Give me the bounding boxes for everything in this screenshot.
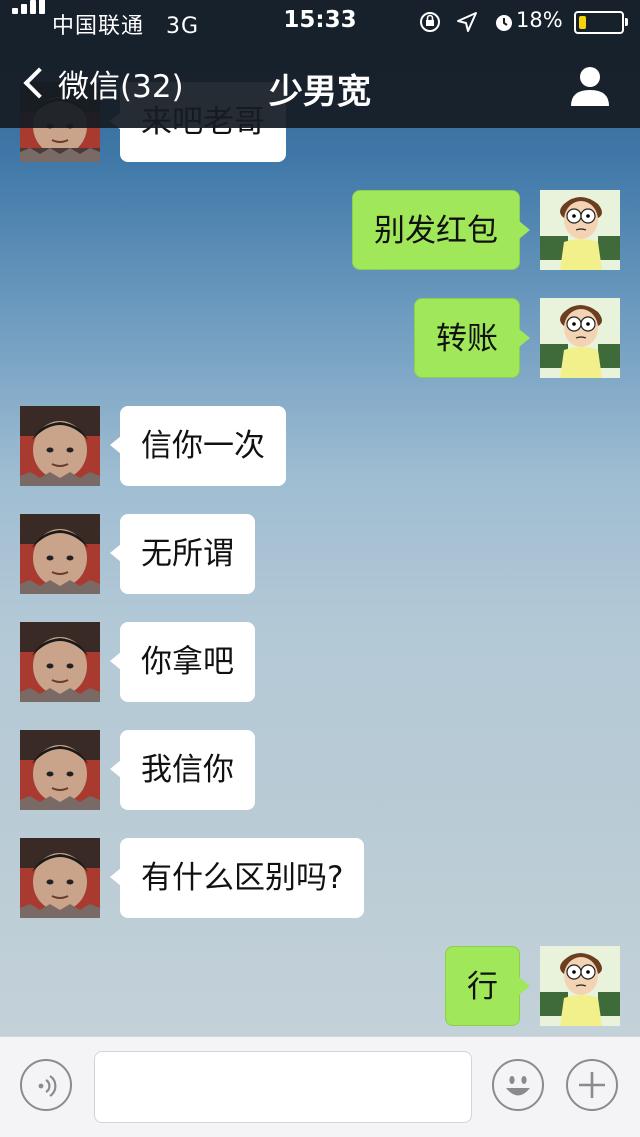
message-bubble[interactable]: 别发红包 [352, 190, 530, 270]
message-input[interactable] [94, 1051, 472, 1123]
contact-avatar[interactable] [20, 514, 100, 594]
message-row: 你拿吧 [0, 620, 640, 702]
message-bubble[interactable]: 你拿吧 [110, 622, 255, 702]
contact-avatar[interactable] [20, 730, 100, 810]
person-icon [571, 67, 609, 106]
battery-percent: 18% [516, 8, 563, 32]
contact-avatar[interactable] [20, 622, 100, 702]
input-bar [0, 1036, 640, 1137]
emoji-icon [506, 1076, 530, 1096]
voice-button[interactable] [20, 1059, 72, 1111]
message-bubble[interactable]: 无所谓 [110, 514, 255, 594]
emoji-button[interactable] [492, 1059, 544, 1111]
message-row: 无所谓 [0, 512, 640, 594]
profile-button[interactable] [568, 64, 612, 108]
contact-avatar[interactable] [20, 406, 100, 486]
message-list[interactable]: 来吧老哥 别发红包 转账 [0, 0, 640, 1036]
message-bubble[interactable]: 行 [445, 946, 530, 1026]
message-bubble[interactable]: 有什么区别吗? [109, 838, 365, 918]
message-bubble[interactable]: 转账 [414, 298, 530, 378]
battery-level [579, 16, 586, 29]
page-title: 少男宽 [269, 72, 371, 112]
add-button[interactable] [566, 1059, 618, 1111]
message-row: 转账 [0, 296, 640, 378]
rotation-lock-icon [420, 11, 440, 32]
message-bubble[interactable]: 我信你 [110, 730, 255, 810]
message-row: 别发红包 [0, 188, 640, 270]
nav-bar: 微信(32) 少男宽 [0, 40, 640, 128]
message-row: 信你一次 [0, 404, 640, 486]
my-avatar[interactable] [540, 946, 620, 1026]
my-avatar[interactable] [540, 190, 620, 270]
message-row: 行 [0, 944, 640, 1026]
message-bubble[interactable]: 信你一次 [110, 406, 286, 486]
battery-icon [574, 11, 628, 34]
alarm-icon [495, 14, 512, 31]
voice-icon [38, 1075, 57, 1097]
status-bar: 中国联通 3G 15:33 18% [0, 0, 640, 40]
my-avatar[interactable] [540, 298, 620, 378]
plus-icon [579, 1072, 605, 1098]
message-row: 我信你 [0, 728, 640, 810]
top-bar: 中国联通 3G 15:33 18% 微信(32) 少男宽 [0, 0, 640, 128]
contact-avatar[interactable] [20, 838, 100, 918]
location-icon [457, 11, 478, 32]
message-row: 有什么区别吗? [0, 836, 640, 918]
